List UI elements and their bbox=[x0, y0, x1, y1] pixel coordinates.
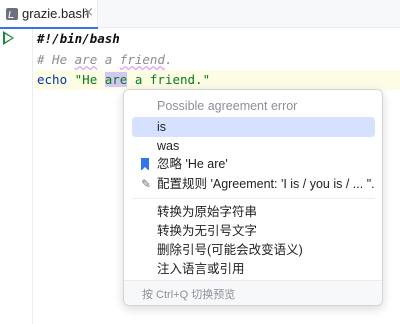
intention-unquoted[interactable]: 转换为无引号文字 bbox=[132, 221, 375, 241]
intention-remove-quotes[interactable]: 删除引号(可能会改变语义) bbox=[132, 240, 375, 260]
close-icon[interactable]: × bbox=[83, 5, 94, 20]
footer-hint: 按 Ctrl+Q 切换预览 bbox=[142, 289, 236, 301]
tab-grazie-bash[interactable]: grazie.bash × bbox=[0, 0, 98, 29]
code-line-3[interactable]: echo "He are a friend." bbox=[37, 72, 210, 87]
editor-tab-bar: grazie.bash × bbox=[0, 0, 400, 29]
run-icon[interactable] bbox=[3, 31, 14, 45]
comment-mid: a bbox=[97, 52, 120, 67]
editor-gutter bbox=[0, 29, 33, 324]
code-line-1[interactable]: #!/bin/bash bbox=[37, 31, 120, 46]
string-end: a friend." bbox=[127, 72, 211, 87]
echo-keyword: echo bbox=[37, 72, 75, 87]
intention-actions-popup: Possible agreement error is was 忽略 'He a… bbox=[123, 89, 383, 306]
comment-prefix: # He bbox=[37, 52, 75, 67]
spelling-flag-word: friend bbox=[119, 52, 165, 67]
bookmark-icon bbox=[141, 158, 149, 171]
popup-footer: 按 Ctrl+Q 切换预览 bbox=[124, 280, 382, 305]
configure-rule-item[interactable]: ✎ 配置规则 'Agreement: 'I is / you is / ... … bbox=[132, 174, 375, 194]
string-start: "He bbox=[74, 72, 105, 87]
selected-word: are bbox=[104, 72, 128, 87]
tab-label: grazie.bash bbox=[22, 6, 90, 21]
code-line-2[interactable]: # He are a friend. bbox=[37, 52, 172, 67]
suggestion-was[interactable]: was bbox=[132, 136, 375, 156]
comment-suffix: . bbox=[164, 52, 173, 67]
popup-separator bbox=[132, 198, 375, 199]
popup-header: Possible agreement error bbox=[157, 99, 298, 113]
intention-inject-language[interactable]: 注入语言或引用 bbox=[132, 259, 375, 279]
pencil-icon: ✎ bbox=[141, 177, 152, 191]
configure-rule-label: 配置规则 'Agreement: 'I is / you is / ... ".… bbox=[157, 177, 375, 191]
ignore-phrase-item[interactable]: 忽略 'He are' bbox=[132, 154, 375, 174]
suggestion-is[interactable]: is bbox=[132, 117, 375, 137]
intention-raw-string[interactable]: 转换为原始字符串 bbox=[132, 202, 375, 222]
grammar-error-word: are bbox=[74, 52, 98, 67]
bash-file-icon bbox=[6, 8, 18, 20]
